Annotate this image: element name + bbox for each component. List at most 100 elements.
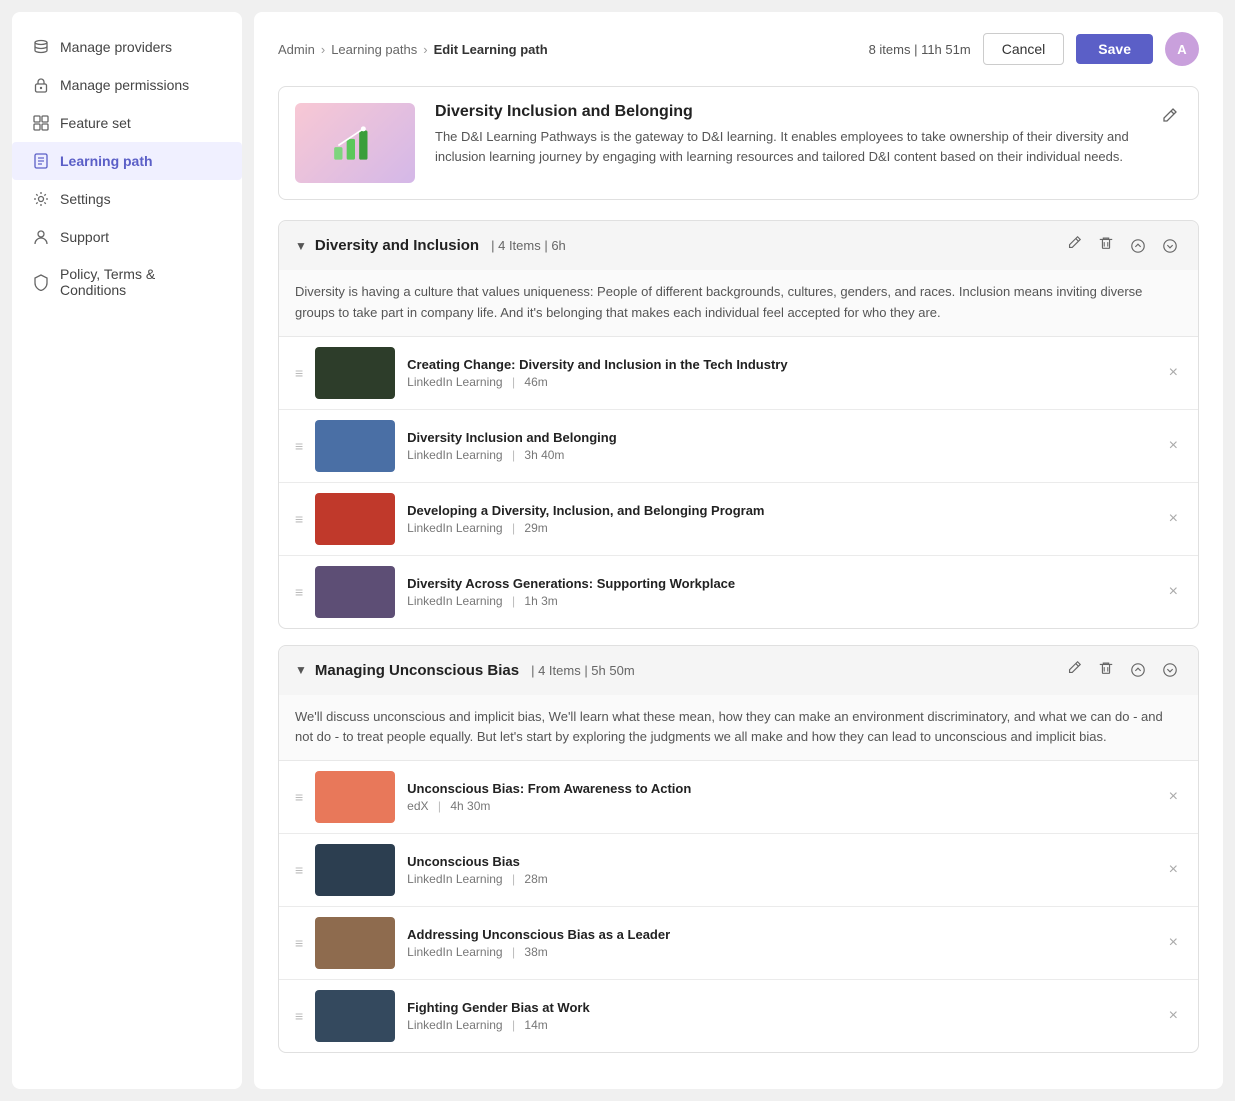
gear-icon	[32, 190, 50, 208]
cancel-button[interactable]: Cancel	[983, 33, 1065, 65]
course-duration: 1h 3m	[524, 594, 557, 608]
items-info: 8 items | 11h 51m	[869, 42, 971, 57]
section-edit-button[interactable]	[1062, 233, 1086, 258]
course-item: ≡ Diversity Inclusion and Belonging Link…	[279, 410, 1198, 483]
course-info: Unconscious Bias LinkedIn Learning | 28m	[407, 854, 1152, 886]
drag-handle[interactable]: ≡	[295, 365, 303, 381]
course-thumbnail	[315, 917, 395, 969]
sidebar-item-label: Feature set	[60, 115, 131, 131]
meta-separator: |	[438, 799, 441, 813]
breadcrumb-learning-paths[interactable]: Learning paths	[331, 42, 417, 57]
shield-icon	[32, 273, 50, 291]
sidebar-item-settings[interactable]: Settings	[12, 180, 242, 218]
course-item: ≡ Creating Change: Diversity and Inclusi…	[279, 337, 1198, 410]
section-move-down-button[interactable]	[1158, 236, 1182, 256]
section-move-up-button[interactable]	[1126, 236, 1150, 256]
meta-separator: |	[512, 375, 515, 389]
sidebar-item-policy[interactable]: Policy, Terms & Conditions	[12, 256, 242, 308]
document-icon	[32, 152, 50, 170]
course-info: Diversity Across Generations: Supporting…	[407, 576, 1152, 608]
course-thumbnail	[315, 771, 395, 823]
drag-handle[interactable]: ≡	[295, 1008, 303, 1024]
course-duration: 38m	[524, 945, 547, 959]
section-toggle[interactable]: ▼	[295, 663, 307, 677]
course-info: Creating Change: Diversity and Inclusion…	[407, 357, 1152, 389]
course-duration: 46m	[524, 375, 547, 389]
sidebar-item-support[interactable]: Support	[12, 218, 242, 256]
course-meta: LinkedIn Learning | 29m	[407, 521, 1152, 535]
drag-handle[interactable]: ≡	[295, 511, 303, 527]
sidebar-item-learning-path[interactable]: Learning path	[12, 142, 242, 180]
course-remove-button[interactable]: ×	[1165, 857, 1182, 883]
sidebar-item-label: Settings	[60, 191, 111, 207]
course-meta: LinkedIn Learning | 3h 40m	[407, 448, 1152, 462]
lp-title: Diversity Inclusion and Belonging	[435, 103, 1136, 121]
course-remove-button[interactable]: ×	[1165, 506, 1182, 532]
breadcrumb-admin[interactable]: Admin	[278, 42, 315, 57]
course-title: Addressing Unconscious Bias as a Leader	[407, 927, 1152, 942]
sidebar-item-label: Support	[60, 229, 109, 245]
avatar: A	[1165, 32, 1199, 66]
course-remove-button[interactable]: ×	[1165, 433, 1182, 459]
course-info: Developing a Diversity, Inclusion, and B…	[407, 503, 1152, 535]
course-info: Fighting Gender Bias at Work LinkedIn Le…	[407, 1000, 1152, 1032]
learning-path-header-card: Diversity Inclusion and Belonging The D&…	[278, 86, 1199, 200]
course-remove-button[interactable]: ×	[1165, 930, 1182, 956]
course-thumbnail	[315, 990, 395, 1042]
top-bar: Admin › Learning paths › Edit Learning p…	[278, 32, 1199, 66]
section-1: ▼ Diversity and Inclusion | 4 Items | 6h	[278, 220, 1199, 629]
section-actions	[1062, 658, 1182, 683]
section-meta: | 4 Items | 6h	[491, 238, 566, 253]
course-provider: LinkedIn Learning	[407, 594, 502, 608]
course-thumbnail	[315, 493, 395, 545]
course-duration: 29m	[524, 521, 547, 535]
section-delete-button[interactable]	[1094, 658, 1118, 683]
section-move-up-button[interactable]	[1126, 660, 1150, 680]
section-actions	[1062, 233, 1182, 258]
lock-icon	[32, 76, 50, 94]
section-delete-button[interactable]	[1094, 233, 1118, 258]
section-description: Diversity is having a culture that value…	[279, 270, 1198, 337]
course-title: Developing a Diversity, Inclusion, and B…	[407, 503, 1152, 518]
drag-handle[interactable]: ≡	[295, 438, 303, 454]
course-remove-button[interactable]: ×	[1165, 784, 1182, 810]
section-edit-button[interactable]	[1062, 658, 1086, 683]
breadcrumb-current: Edit Learning path	[434, 42, 548, 57]
section-2: ▼ Managing Unconscious Bias | 4 Items | …	[278, 645, 1199, 1054]
section-title: Managing Unconscious Bias	[315, 662, 519, 679]
sidebar-item-feature-set[interactable]: Feature set	[12, 104, 242, 142]
drag-handle[interactable]: ≡	[295, 862, 303, 878]
meta-separator: |	[512, 448, 515, 462]
course-provider: LinkedIn Learning	[407, 375, 502, 389]
course-title: Creating Change: Diversity and Inclusion…	[407, 357, 1152, 372]
sidebar-item-manage-permissions[interactable]: Manage permissions	[12, 66, 242, 104]
section-toggle[interactable]: ▼	[295, 239, 307, 253]
section-move-down-button[interactable]	[1158, 660, 1182, 680]
course-remove-button[interactable]: ×	[1165, 579, 1182, 605]
meta-separator: |	[512, 872, 515, 886]
drag-handle[interactable]: ≡	[295, 789, 303, 805]
course-remove-button[interactable]: ×	[1165, 360, 1182, 386]
course-remove-button[interactable]: ×	[1165, 1003, 1182, 1029]
section-title: Diversity and Inclusion	[315, 237, 479, 254]
course-meta: LinkedIn Learning | 38m	[407, 945, 1152, 959]
lp-description: The D&I Learning Pathways is the gateway…	[435, 127, 1136, 166]
breadcrumb: Admin › Learning paths › Edit Learning p…	[278, 42, 548, 57]
section-meta: | 4 Items | 5h 50m	[531, 663, 635, 678]
breadcrumb-sep-2: ›	[423, 42, 427, 57]
course-title: Diversity Across Generations: Supporting…	[407, 576, 1152, 591]
lp-edit-button[interactable]	[1156, 103, 1182, 132]
course-duration: 14m	[524, 1018, 547, 1032]
course-thumbnail	[315, 420, 395, 472]
course-provider: LinkedIn Learning	[407, 1018, 502, 1032]
sidebar-item-manage-providers[interactable]: Manage providers	[12, 28, 242, 66]
course-provider: edX	[407, 799, 428, 813]
course-item: ≡ Unconscious Bias: From Awareness to Ac…	[279, 761, 1198, 834]
database-icon	[32, 38, 50, 56]
drag-handle[interactable]: ≡	[295, 584, 303, 600]
course-thumbnail	[315, 844, 395, 896]
save-button[interactable]: Save	[1076, 34, 1153, 64]
course-title: Unconscious Bias	[407, 854, 1152, 869]
course-meta: LinkedIn Learning | 14m	[407, 1018, 1152, 1032]
drag-handle[interactable]: ≡	[295, 935, 303, 951]
